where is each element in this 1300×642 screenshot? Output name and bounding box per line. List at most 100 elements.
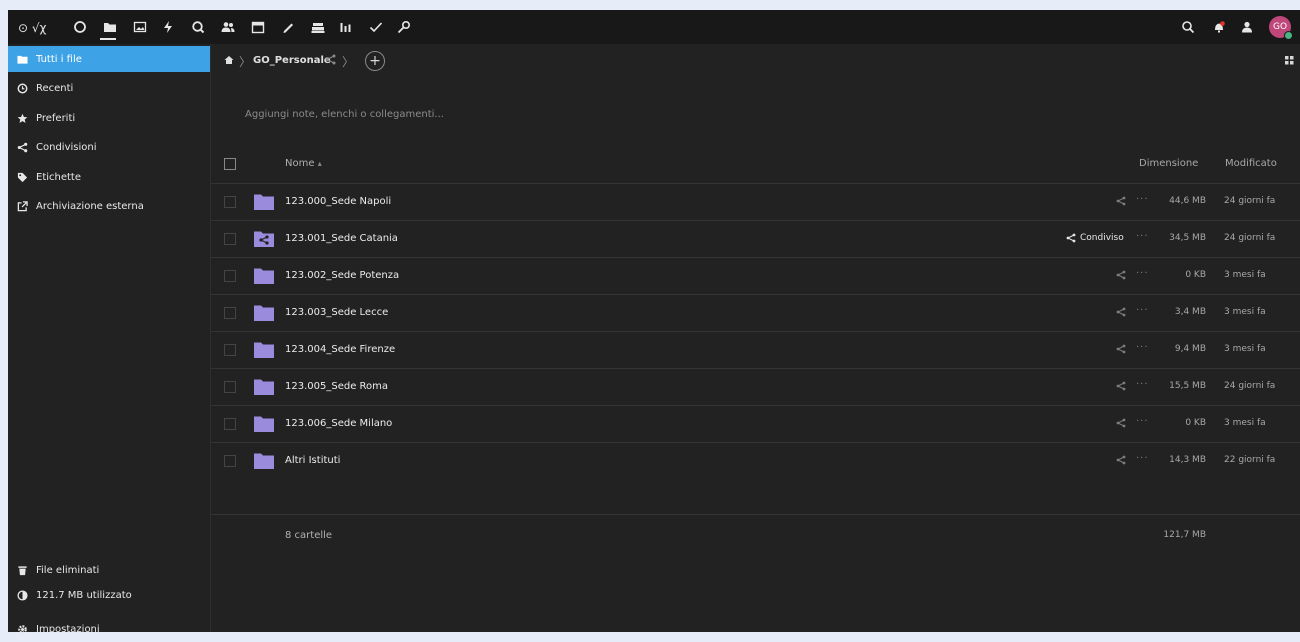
notes-icon[interactable] [280, 19, 296, 35]
folder-icon [254, 267, 274, 284]
file-modified: 3 mesi fa [1224, 344, 1266, 354]
share-button[interactable] [1116, 196, 1126, 206]
sidebar-item-etichette[interactable]: Etichette [8, 164, 210, 190]
dashboard-icon[interactable] [72, 19, 88, 35]
breadcrumb-current[interactable]: GO_Personale [253, 55, 331, 66]
table-row[interactable]: Altri Istituti ··· 14,3 MB 22 giorni fa [211, 442, 1300, 479]
file-list-view: 〉 GO_Personale 〉 + Aggiungi note, elench… [211, 44, 1300, 632]
photos-icon[interactable] [132, 19, 148, 35]
file-name[interactable]: 123.001_Sede Catania [285, 233, 398, 244]
file-modified: 24 giorni fa [1224, 381, 1276, 391]
row-checkbox[interactable] [224, 418, 236, 430]
share-button[interactable] [1116, 418, 1126, 428]
sidebar-item-impostazioni[interactable]: Impostazioni [8, 616, 210, 642]
sidebar-item-121-7-mb-utilizzato[interactable]: 121.7 MB utilizzato [8, 582, 210, 608]
sidebar-item-label: Tutti i file [36, 53, 82, 65]
notifications-icon[interactable] [1211, 19, 1227, 35]
sidebar-item-label: Preferiti [36, 112, 76, 124]
table-row[interactable]: 123.002_Sede Potenza ··· 0 KB 3 mesi fa [211, 257, 1300, 294]
files-icon[interactable] [100, 19, 118, 40]
more-actions-icon[interactable]: ··· [1136, 305, 1149, 316]
table-row[interactable]: 123.000_Sede Napoli ··· 44,6 MB 24 giorni f… [211, 183, 1300, 220]
calendar-icon[interactable] [250, 19, 266, 35]
files-app: ⊙ √χ GO Tutti i file Recenti Preferiti Cond… [8, 10, 1300, 635]
more-actions-icon[interactable]: ··· [1136, 342, 1149, 353]
row-checkbox[interactable] [224, 381, 236, 393]
search-icon[interactable] [1180, 19, 1196, 35]
tag-icon [16, 171, 28, 183]
row-checkbox[interactable] [224, 307, 236, 319]
file-size: 3,4 MB [1174, 307, 1206, 317]
sidebar-item-preferiti[interactable]: Preferiti [8, 105, 210, 131]
add-new-button[interactable]: + [365, 51, 385, 71]
file-name[interactable]: 123.002_Sede Potenza [285, 270, 399, 281]
deck-icon[interactable] [310, 19, 326, 35]
file-modified: 3 mesi fa [1224, 270, 1266, 280]
share-button[interactable] [1116, 455, 1126, 465]
share-button[interactable] [1116, 344, 1126, 354]
more-actions-icon[interactable]: ··· [1136, 416, 1149, 427]
external-storage-icon [16, 201, 28, 213]
sidebar-item-recenti[interactable]: Recenti [8, 76, 210, 102]
table-row[interactable]: 123.001_Sede Catania Condiviso ··· 34,5 MB 2… [211, 220, 1300, 257]
file-modified: 22 giorni fa [1224, 455, 1276, 465]
file-name[interactable]: 123.003_Sede Lecce [285, 307, 388, 318]
file-name[interactable]: 123.006_Sede Milano [285, 418, 392, 429]
table-row[interactable]: 123.005_Sede Roma ··· 15,5 MB 24 giorni fa [211, 368, 1300, 405]
share-button[interactable] [1116, 270, 1126, 280]
tasks-icon[interactable] [368, 19, 384, 35]
breadcrumb-separator: 〉 [342, 55, 355, 69]
row-checkbox[interactable] [224, 196, 236, 208]
column-name[interactable]: Nome ▴ [285, 158, 322, 169]
file-name[interactable]: Altri Istituti [285, 455, 340, 466]
app-logo[interactable]: ⊙ √χ [18, 21, 46, 35]
home-icon[interactable] [224, 55, 234, 68]
folder-icon [16, 53, 28, 65]
keys-icon[interactable] [396, 19, 412, 35]
table-row[interactable]: 123.004_Sede Firenze ··· 9,4 MB 3 mesi fa [211, 331, 1300, 368]
contacts-icon[interactable] [220, 19, 236, 35]
analytics-icon[interactable] [338, 19, 354, 35]
sidebar-item-label: File eliminati [36, 564, 100, 576]
more-actions-icon[interactable]: ··· [1136, 268, 1149, 279]
more-actions-icon[interactable]: ··· [1136, 453, 1149, 464]
share-icon[interactable] [325, 54, 336, 68]
file-size: 44,6 MB [1169, 196, 1206, 206]
table-row[interactable]: 123.006_Sede Milano ··· 0 KB 3 mesi fa [211, 405, 1300, 442]
row-checkbox[interactable] [224, 270, 236, 282]
star-icon [16, 112, 28, 124]
more-actions-icon[interactable]: ··· [1136, 194, 1149, 205]
column-modified[interactable]: Modificato [1225, 158, 1277, 169]
row-checkbox[interactable] [224, 455, 236, 467]
row-checkbox[interactable] [224, 344, 236, 356]
table-row[interactable]: 123.003_Sede Lecce ··· 3,4 MB 3 mesi fa [211, 294, 1300, 331]
more-actions-icon[interactable]: ··· [1136, 379, 1149, 390]
grid-view-icon[interactable] [1285, 56, 1294, 68]
folder-notes-field[interactable]: Aggiungi note, elenchi o collegamenti... [245, 109, 444, 120]
row-checkbox[interactable] [224, 233, 236, 245]
file-name[interactable]: 123.004_Sede Firenze [285, 344, 395, 355]
sidebar-item-file-eliminati[interactable]: File eliminati [8, 557, 210, 583]
file-modified: 24 giorni fa [1224, 196, 1276, 206]
activity-icon[interactable] [160, 19, 176, 35]
sidebar-item-archiviazione-esterna[interactable]: Archiviazione esterna [8, 194, 210, 220]
select-all-checkbox[interactable] [224, 158, 236, 170]
column-size[interactable]: Dimensione [1139, 158, 1198, 169]
sidebar-item-label: Archiviazione esterna [36, 201, 144, 212]
sidebar-item-tutti-i-file[interactable]: Tutti i file [8, 46, 210, 72]
top-bar: ⊙ √χ GO [8, 10, 1300, 44]
search-icon[interactable] [190, 19, 206, 35]
share-button[interactable] [1116, 381, 1126, 391]
table-header: Nome ▴ Dimensione Modificato [211, 146, 1300, 182]
file-name[interactable]: 123.005_Sede Roma [285, 381, 388, 392]
share-button[interactable]: Condiviso [1066, 233, 1124, 243]
file-size: 9,4 MB [1174, 344, 1206, 354]
share-button[interactable] [1116, 307, 1126, 317]
file-modified: 24 giorni fa [1224, 233, 1276, 243]
file-size: 0 KB [1185, 418, 1206, 428]
contacts-menu-icon[interactable] [1239, 19, 1255, 35]
more-actions-icon[interactable]: ··· [1136, 231, 1149, 242]
share-icon [16, 142, 28, 154]
sidebar-item-condivisioni[interactable]: Condivisioni [8, 135, 210, 161]
file-name[interactable]: 123.000_Sede Napoli [285, 196, 391, 207]
